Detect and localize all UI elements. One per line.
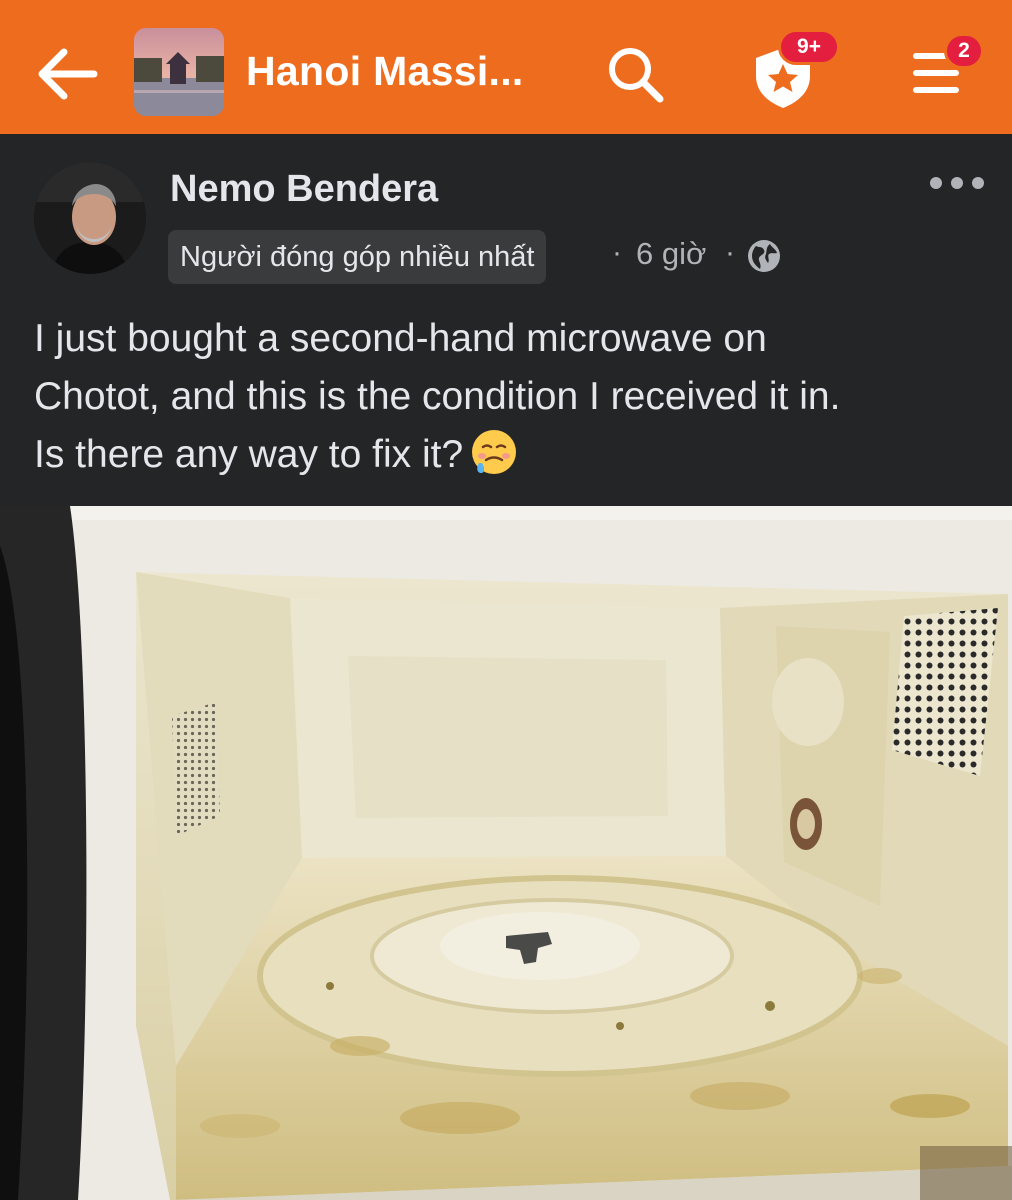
avatar[interactable] [34,162,146,274]
group-cover-image [134,28,224,116]
post-timestamp[interactable]: 6 giờ [636,236,706,272]
author-name[interactable]: Nemo Bendera [170,168,438,211]
post-text: I just bought a second-hand microwave on… [34,310,994,484]
search-button[interactable] [604,44,668,104]
notifications-badge: 9+ [778,29,840,65]
post-photo[interactable] [0,506,1012,1200]
group-title[interactable]: Hanoi Massi... [246,48,524,95]
more-dots-icon [930,177,984,189]
top-contributor-badge[interactable]: Người đóng góp nhiều nhất [168,230,547,284]
arrow-left-icon [38,48,98,100]
top-bar: Hanoi Massi... 9+ 2 [0,0,1012,134]
author-photo [34,162,146,274]
post-text-line: Is there any way to fix it? [34,433,464,476]
search-icon [609,48,664,103]
globe-icon [746,238,782,274]
post-text-line-last: Is there any way to fix it? [34,426,994,484]
meta-separator: · [612,236,622,269]
dirty-microwave-interior-photo [0,506,1012,1200]
menu-badge: 2 [944,33,984,69]
face-holding-back-tears-icon [469,427,519,477]
group-cover-thumbnail[interactable] [134,28,224,116]
more-options-button[interactable] [928,172,986,194]
post-text-line: Chotot, and this is the condition I rece… [34,375,841,418]
meta-separator: · [725,236,735,269]
post-text-line: I just bought a second-hand microwave on [34,317,767,360]
back-button[interactable] [34,44,98,104]
